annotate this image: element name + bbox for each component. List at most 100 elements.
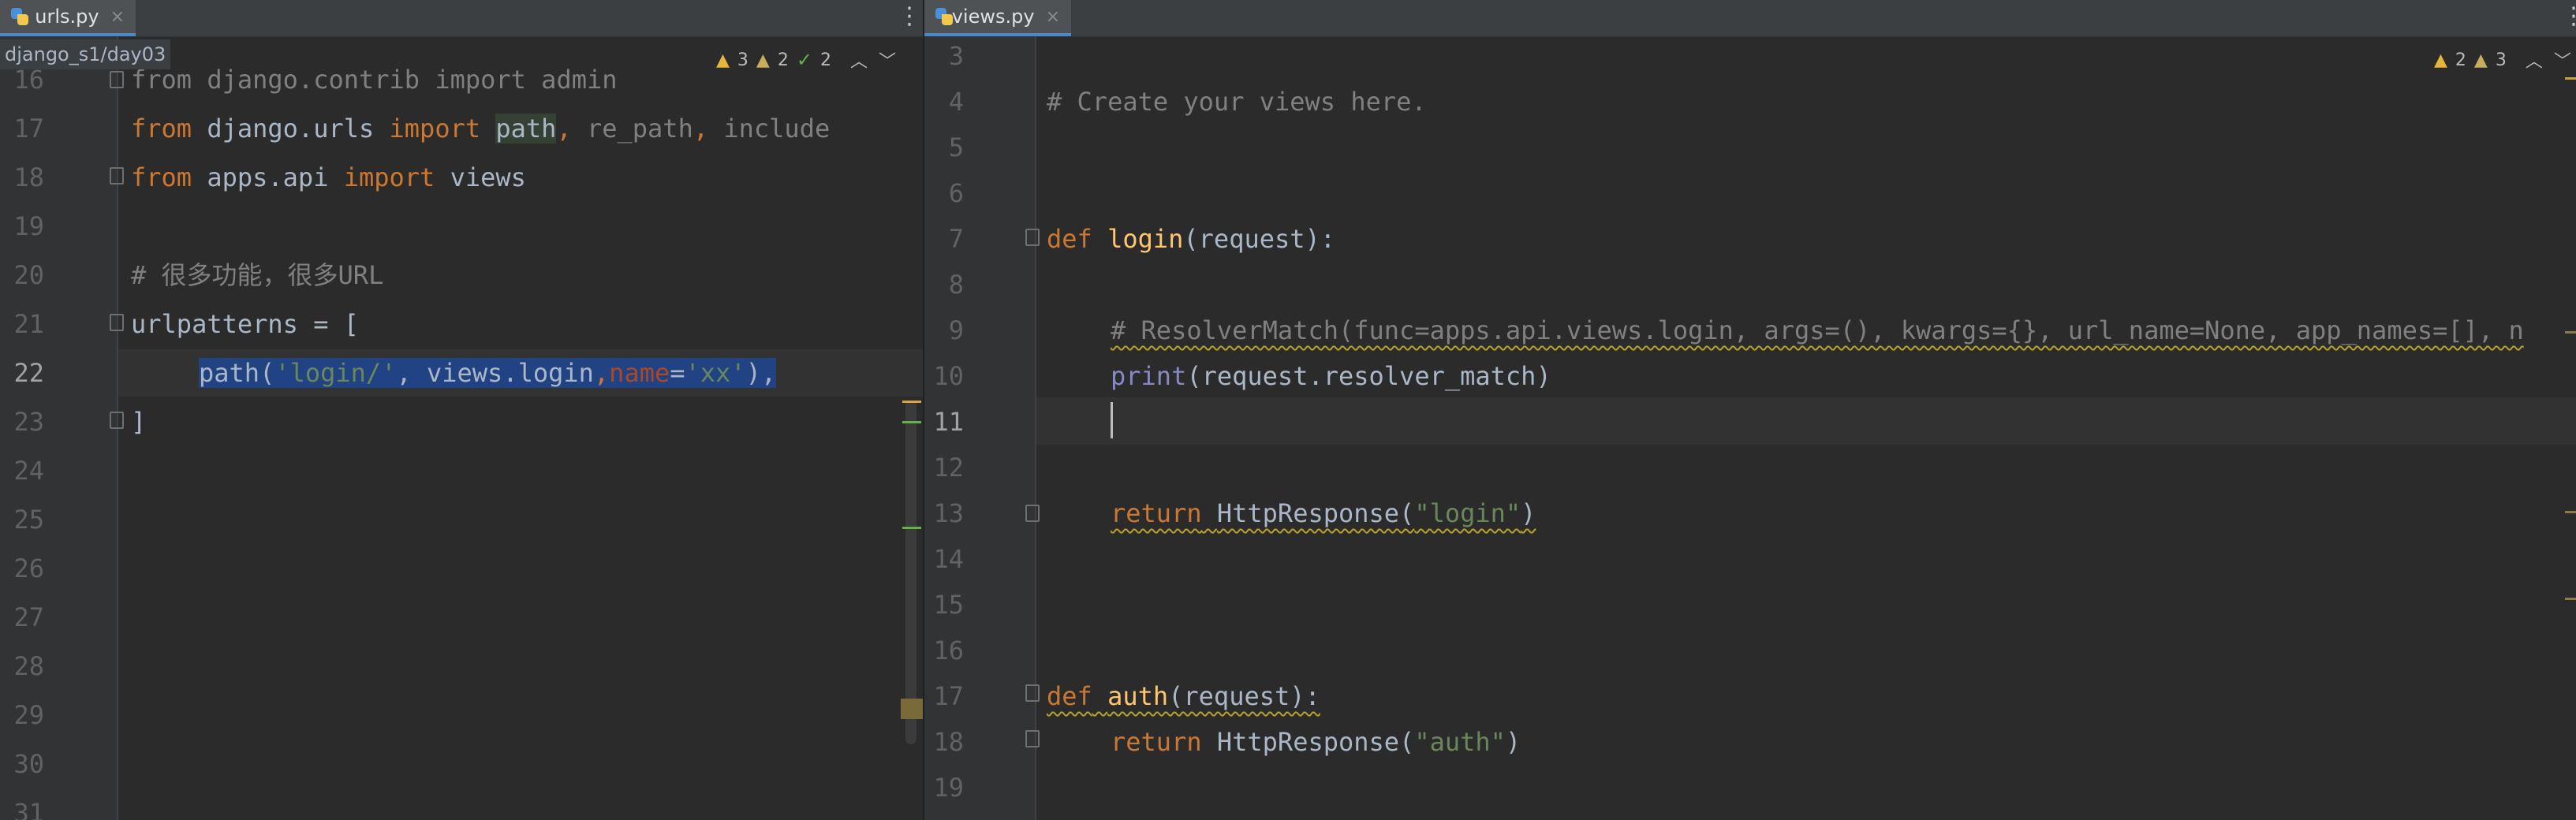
fold-marker-icon[interactable] bbox=[110, 71, 124, 88]
string: "auth" bbox=[1414, 727, 1506, 757]
left-tab-bar: urls.py × ⋮ bbox=[0, 0, 923, 37]
warning-stripe-mark[interactable] bbox=[902, 401, 921, 403]
checkmark-icon: ✓ bbox=[796, 49, 812, 71]
warning-triangle-icon: ▲ bbox=[2434, 50, 2447, 70]
line-number: 6 bbox=[948, 178, 964, 208]
line-number: 21 bbox=[13, 309, 44, 339]
function-name: login bbox=[1092, 224, 1184, 254]
string: 'login/' bbox=[274, 358, 397, 388]
fold-marker-icon[interactable] bbox=[1025, 684, 1040, 702]
code-line-7[interactable]: def login(request): bbox=[1047, 214, 1335, 263]
code-line-18[interactable]: from apps.api import views bbox=[131, 153, 526, 202]
comma: , bbox=[693, 114, 724, 144]
line-number: 20 bbox=[13, 260, 44, 290]
fold-marker-icon[interactable] bbox=[1025, 229, 1040, 246]
line-number: 31 bbox=[13, 798, 44, 820]
function-call: path( bbox=[199, 358, 275, 388]
warning-count: 2 bbox=[2455, 50, 2466, 70]
tab-label: urls.py bbox=[35, 6, 99, 28]
line-number: 24 bbox=[13, 456, 44, 486]
import-name: path bbox=[495, 114, 557, 144]
keyword: return bbox=[1111, 498, 1202, 528]
keyword-argument: name bbox=[609, 358, 670, 388]
fold-marker-icon[interactable] bbox=[1025, 730, 1040, 747]
right-editor-pane: views.py × ⋮ 3 4 5 6 7 8 9 10 11 12 13 1… bbox=[924, 0, 2576, 820]
keyword: from bbox=[131, 162, 192, 192]
line-number: 19 bbox=[933, 773, 964, 803]
code-line-22[interactable]: path('login/', views.login,name='xx'), bbox=[199, 348, 777, 397]
keyword: import bbox=[435, 65, 526, 95]
kebab-menu-icon[interactable]: ⋮ bbox=[2562, 5, 2576, 32]
code-line-16[interactable]: from django.contrib import admin bbox=[131, 55, 618, 104]
breadcrumb[interactable]: django_s1/day03 bbox=[0, 39, 171, 69]
argument: , views.login bbox=[396, 358, 594, 388]
keyword: def bbox=[1047, 681, 1092, 711]
line-number: 19 bbox=[13, 211, 44, 241]
line-number: 16 bbox=[933, 636, 964, 665]
line-number: 13 bbox=[933, 498, 964, 528]
kebab-menu-icon[interactable]: ⋮ bbox=[898, 5, 921, 32]
code-line-20[interactable]: # 很多功能，很多URL bbox=[131, 251, 383, 300]
code-line-10[interactable]: print(request.resolver_match) bbox=[1111, 352, 1551, 401]
ok-count: 2 bbox=[819, 50, 831, 70]
code-line-17[interactable]: def auth(request): bbox=[1047, 672, 1320, 721]
left-editor-pane: urls.py × ⋮ 16 17 18 19 20 21 22 23 24 2… bbox=[0, 0, 923, 820]
import-name: admin bbox=[525, 65, 618, 95]
paren: ( bbox=[1399, 727, 1415, 757]
vertical-scrollbar[interactable] bbox=[905, 401, 917, 744]
inspection-widget[interactable]: ▲ 3 ▲ 2 ✓ 2 ︿ ﹀ bbox=[716, 47, 896, 73]
line-number: 18 bbox=[13, 162, 44, 192]
inspection-widget[interactable]: ▲ 2 ▲ 3 ︿ ﹀ bbox=[2434, 47, 2571, 73]
line-number: 17 bbox=[933, 681, 964, 711]
comma: , bbox=[593, 358, 610, 388]
close-icon[interactable]: × bbox=[1046, 7, 1060, 27]
line-number: 26 bbox=[13, 554, 44, 583]
code-line-17[interactable]: from django.urls import path, re_path, i… bbox=[131, 104, 830, 153]
code-line-9[interactable]: # ResolverMatch(func=apps.api.views.logi… bbox=[1111, 306, 2524, 355]
line-number: 8 bbox=[948, 270, 964, 300]
code-line-13[interactable]: return HttpResponse("login") bbox=[1111, 489, 1536, 538]
weak-warning-count: 2 bbox=[777, 50, 789, 70]
chevron-up-icon[interactable]: ︿ bbox=[850, 47, 868, 73]
keyword: def bbox=[1047, 224, 1092, 254]
warning-stripe-mark[interactable] bbox=[2565, 77, 2576, 80]
paren: ) bbox=[1521, 498, 1536, 528]
module-name: django.contrib bbox=[192, 65, 435, 95]
comma: , bbox=[556, 114, 587, 144]
code-line-21[interactable]: urlpatterns = [ bbox=[131, 300, 359, 348]
fold-marker-icon[interactable] bbox=[110, 167, 124, 184]
chevron-down-icon[interactable]: ﹀ bbox=[879, 47, 896, 73]
scroll-thumb-marker[interactable] bbox=[901, 699, 923, 719]
warning-stripe-mark[interactable] bbox=[2565, 331, 2576, 334]
fold-marker-icon[interactable] bbox=[110, 412, 124, 429]
line-number: 28 bbox=[13, 651, 44, 681]
class-name: HttpResponse bbox=[1216, 498, 1400, 528]
warning-stripe-mark[interactable] bbox=[2565, 598, 2576, 600]
line-number: 27 bbox=[13, 602, 44, 632]
tab-urls-py[interactable]: urls.py × bbox=[0, 0, 136, 36]
keyword: import bbox=[343, 162, 435, 192]
parameters: (request): bbox=[1168, 681, 1320, 711]
line-number: 15 bbox=[933, 590, 964, 620]
unused-import: re_path bbox=[586, 114, 693, 144]
string: "login" bbox=[1414, 498, 1521, 528]
change-stripe-mark[interactable] bbox=[902, 527, 921, 529]
code-line-18[interactable]: return HttpResponse("auth") bbox=[1111, 718, 1521, 766]
chevron-down-icon[interactable]: ﹀ bbox=[2554, 47, 2571, 73]
fold-marker-icon[interactable] bbox=[1025, 505, 1040, 522]
code-line-23[interactable]: ] bbox=[131, 397, 146, 446]
closing: ), bbox=[745, 358, 777, 388]
chevron-up-icon[interactable]: ︿ bbox=[2526, 47, 2543, 73]
import-name: views bbox=[435, 162, 526, 192]
paren: ) bbox=[1505, 727, 1521, 757]
fold-marker-icon[interactable] bbox=[110, 314, 124, 331]
line-number: 23 bbox=[13, 407, 44, 437]
code-line-4[interactable]: # Create your views here. bbox=[1047, 77, 1427, 126]
warning-stripe-mark[interactable] bbox=[2565, 511, 2576, 513]
parameters: (request): bbox=[1183, 224, 1336, 254]
module-name: apps.api bbox=[192, 162, 344, 192]
change-stripe-mark[interactable] bbox=[902, 421, 921, 423]
function-name: auth bbox=[1107, 681, 1169, 711]
close-icon[interactable]: × bbox=[110, 7, 125, 27]
